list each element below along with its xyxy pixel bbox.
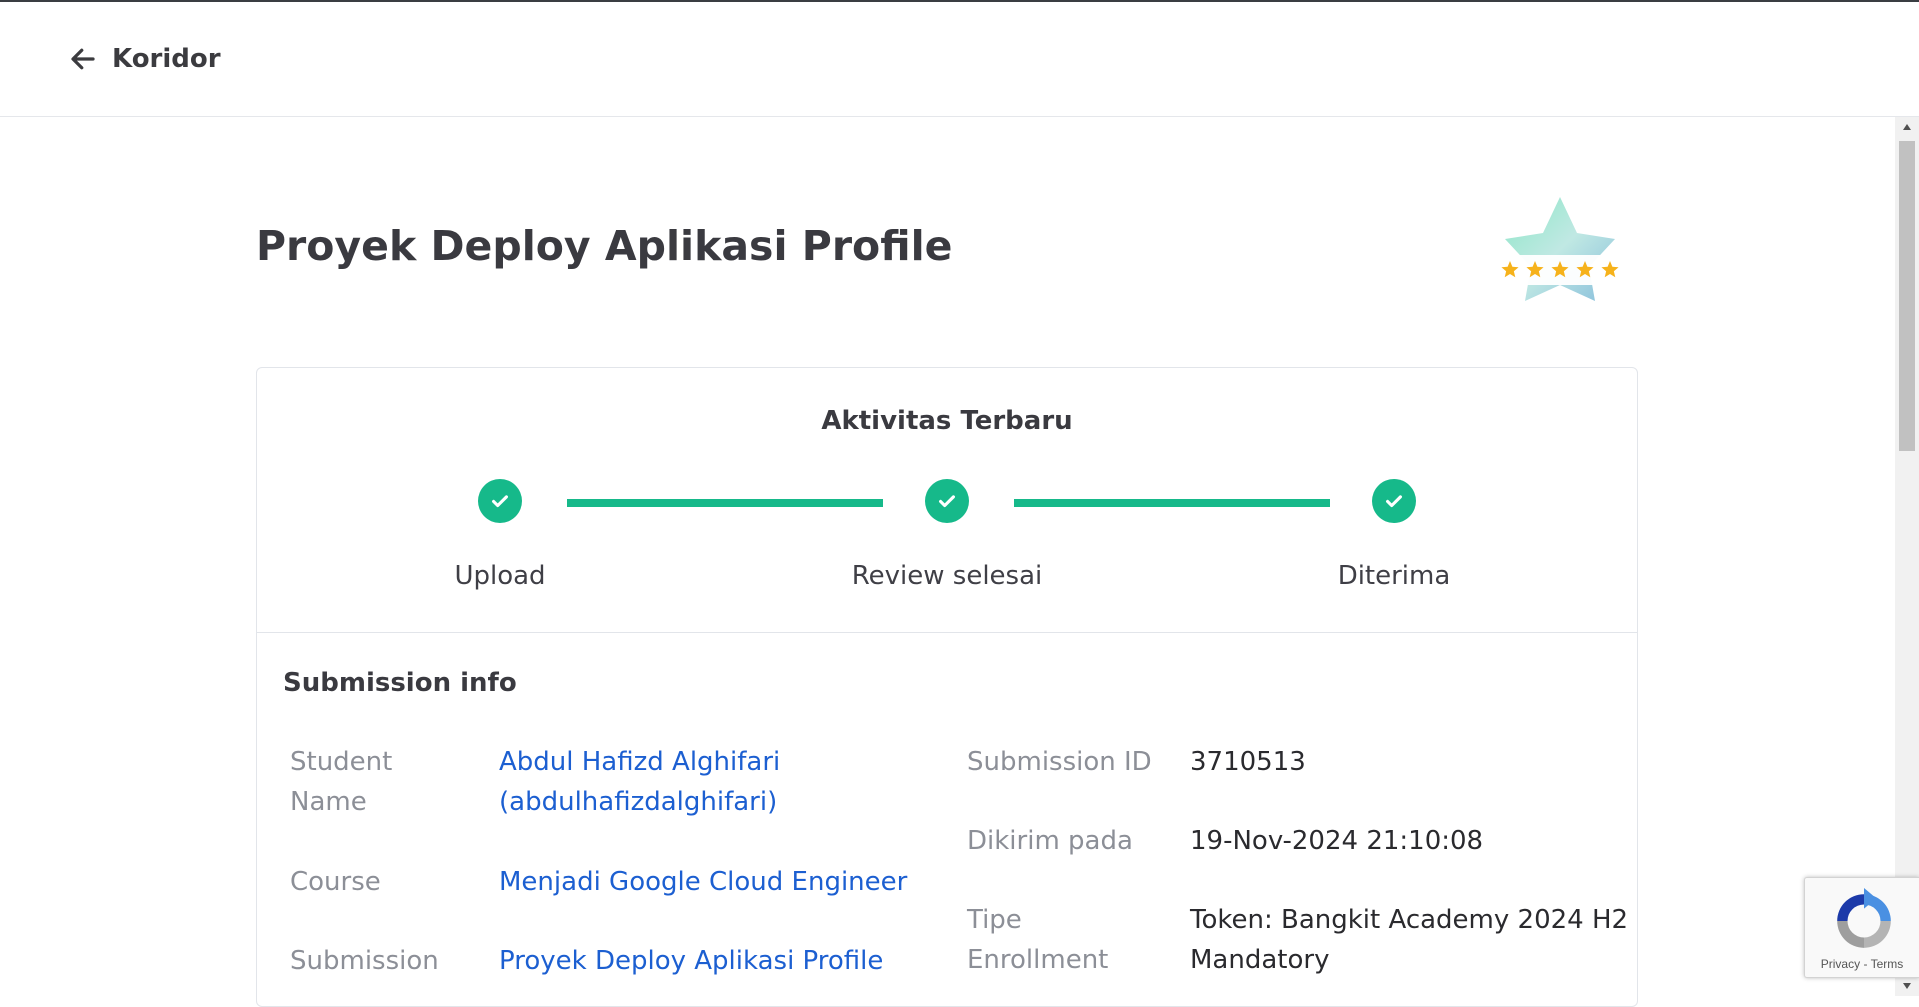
enrollment-type-label: Tipe Enrollment xyxy=(967,905,1109,975)
step-accepted-check xyxy=(1372,479,1416,523)
back-link-label: Koridor xyxy=(112,44,221,74)
step-label-upload: Upload xyxy=(454,561,546,591)
badge-star-shape xyxy=(1505,197,1615,301)
recaptcha-privacy-link[interactable]: Privacy xyxy=(1821,957,1860,971)
arrow-left-icon xyxy=(71,48,95,70)
course-link[interactable]: Menjadi Google Cloud Engineer xyxy=(499,862,907,902)
check-icon xyxy=(492,495,508,508)
submission-info-title: Submission info xyxy=(283,668,517,698)
scroll-down-arrow-icon[interactable] xyxy=(1895,976,1919,996)
top-header: Koridor xyxy=(0,2,1919,117)
recaptcha-logo-icon xyxy=(1837,888,1891,948)
student-username-link[interactable]: (abdulhafizdalghifari) xyxy=(499,782,780,822)
step-review-check xyxy=(925,479,969,523)
student-name-link[interactable]: Abdul Hafizd Alghifari xyxy=(499,742,780,782)
back-to-koridor-link[interactable]: Koridor xyxy=(68,40,221,78)
page-title: Proyek Deploy Aplikasi Profile xyxy=(256,222,953,270)
submission-link[interactable]: Proyek Deploy Aplikasi Profile xyxy=(499,941,883,981)
recaptcha-badge[interactable]: Privacy - Terms xyxy=(1804,877,1919,978)
submission-id-label: Submission ID xyxy=(967,747,1152,777)
submission-card: Aktivitas Terbaru Upload Review selesai … xyxy=(256,367,1638,1007)
scrollbar-thumb[interactable] xyxy=(1899,141,1915,451)
scroll-up-arrow-icon[interactable] xyxy=(1895,117,1919,137)
student-name-label: Student Name xyxy=(290,747,393,817)
recaptcha-links: Privacy - Terms xyxy=(1820,957,1904,971)
step-connector-1 xyxy=(567,499,883,507)
recaptcha-terms-link[interactable]: Terms xyxy=(1871,957,1904,971)
sent-at-value: 19-Nov-2024 21:10:08 xyxy=(1190,826,1484,856)
sent-at-label: Dikirim pada xyxy=(967,826,1133,856)
check-icon xyxy=(1386,495,1402,508)
step-label-review: Review selesai xyxy=(851,561,1043,591)
submission-label: Submission xyxy=(290,946,439,976)
step-connector-2 xyxy=(1014,499,1330,507)
activity-section: Aktivitas Terbaru Upload Review selesai … xyxy=(257,368,1637,633)
vertical-scrollbar[interactable] xyxy=(1895,117,1919,996)
enrollment-type-value: Token: Bangkit Academy 2024 H2 Mandatory xyxy=(1190,905,1629,975)
course-label: Course xyxy=(290,867,381,897)
step-upload-check xyxy=(478,479,522,523)
submission-id-value: 3710513 xyxy=(1190,747,1306,777)
activity-title: Aktivitas Terbaru xyxy=(821,406,1073,436)
check-icon xyxy=(939,495,955,508)
step-label-accepted: Diterima xyxy=(1337,561,1451,591)
student-name-value: Abdul Hafizd Alghifari (abdulhafizdalghi… xyxy=(499,742,780,822)
star-rating-badge xyxy=(1497,197,1623,301)
